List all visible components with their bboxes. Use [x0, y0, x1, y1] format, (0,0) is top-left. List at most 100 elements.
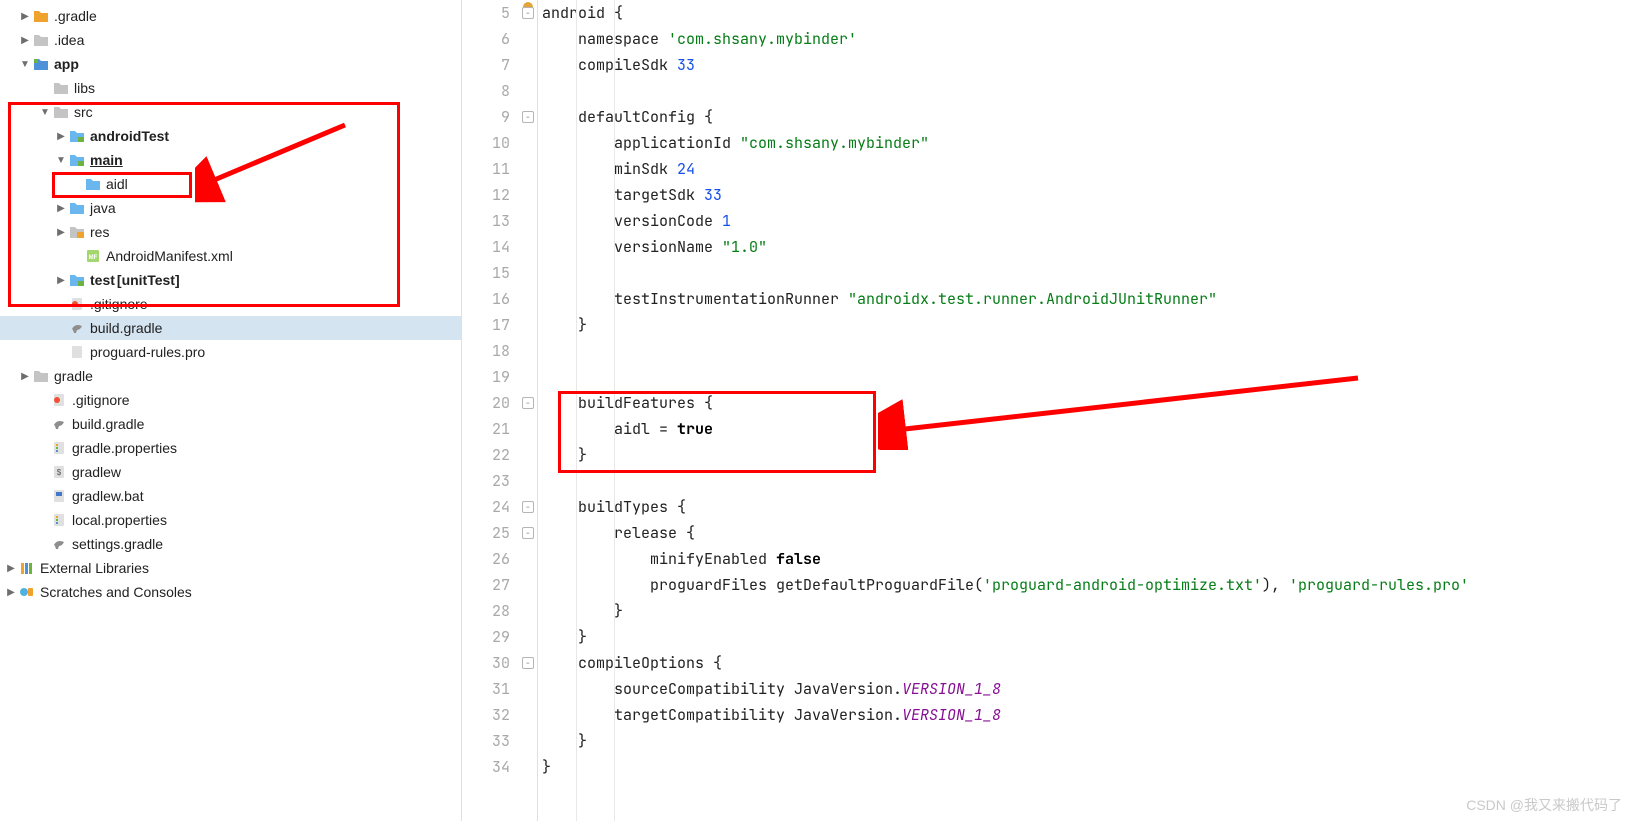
tree-item-idea[interactable]: ▶ .idea — [0, 28, 461, 52]
test-folder-icon — [68, 272, 86, 288]
folder-icon — [84, 176, 102, 192]
tree-label: res — [90, 224, 109, 240]
code-line: versionName "1.0" — [542, 234, 1630, 260]
tree-item-app[interactable]: ▼ app — [0, 52, 461, 76]
tree-item-proguard[interactable]: ▶ proguard-rules.pro — [0, 340, 461, 364]
line-number: 20 — [462, 390, 510, 416]
tree-item-gradle-props[interactable]: ▶ gradle.properties — [0, 436, 461, 460]
code-line: defaultConfig { — [542, 104, 1630, 130]
tree-item-gitignore-inner[interactable]: ▶ .gitignore — [0, 292, 461, 316]
tree-label: AndroidManifest.xml — [106, 248, 233, 264]
code-line: aidl = true — [542, 416, 1630, 442]
tree-label: External Libraries — [40, 560, 149, 576]
chevron-right-icon: ▶ — [18, 371, 32, 382]
tree-item-src[interactable]: ▼ src — [0, 100, 461, 124]
tree-item-build-gradle-inner[interactable]: ▶ build.gradle — [0, 316, 461, 340]
folder-icon — [32, 8, 50, 24]
chevron-right-icon: ▶ — [4, 563, 18, 574]
code-line — [542, 78, 1630, 104]
tree-item-main[interactable]: ▼ main — [0, 148, 461, 172]
tree-item-aidl[interactable]: ▶ aidl — [0, 172, 461, 196]
tree-label: .idea — [54, 32, 84, 48]
code-line: minSdk 24 — [542, 156, 1630, 182]
line-number: 23 — [462, 468, 510, 494]
tree-item-gradle-folder[interactable]: ▶ gradle — [0, 364, 461, 388]
code-line: buildFeatures { — [542, 390, 1630, 416]
tree-label: local.properties — [72, 512, 167, 528]
code-line: } — [542, 624, 1630, 650]
tree-item-java[interactable]: ▶ java — [0, 196, 461, 220]
line-number: 14 — [462, 234, 510, 260]
tree-item-external-libs[interactable]: ▶ External Libraries — [0, 556, 461, 580]
code-line: release { — [542, 520, 1630, 546]
line-number: 13 — [462, 208, 510, 234]
watermark: CSDN @我又来搬代码了 — [1466, 795, 1622, 815]
tree-label: build.gradle — [72, 416, 144, 432]
tree-label: settings.gradle — [72, 536, 163, 552]
line-number: 26 — [462, 546, 510, 572]
fold-toggle-icon[interactable]: − — [522, 657, 534, 669]
indent-guide — [576, 0, 577, 821]
code-line: } — [542, 598, 1630, 624]
tree-label: gradlew.bat — [72, 488, 144, 504]
tree-item-gradlew[interactable]: ▶ $ gradlew — [0, 460, 461, 484]
code-line — [542, 260, 1630, 286]
line-number: 32 — [462, 702, 510, 728]
tree-item-res[interactable]: ▶ res — [0, 220, 461, 244]
fold-toggle-icon[interactable]: − — [522, 111, 534, 123]
code-editor[interactable]: 5 6 7 8 9 10 11 12 13 14 15 16 17 18 19 … — [462, 0, 1630, 821]
fold-toggle-icon[interactable]: − — [522, 501, 534, 513]
code-line: namespace 'com.shsany.mybinder' — [542, 26, 1630, 52]
indent-guide — [614, 0, 615, 821]
code-line — [542, 468, 1630, 494]
source-folder-icon — [68, 128, 86, 144]
code-line — [542, 338, 1630, 364]
code-line: sourceCompatibility JavaVersion.VERSION_… — [542, 676, 1630, 702]
chevron-right-icon: ▶ — [18, 11, 32, 22]
tree-item-manifest[interactable]: ▶ MF AndroidManifest.xml — [0, 244, 461, 268]
fold-toggle-icon[interactable]: − — [522, 397, 534, 409]
tree-item-test[interactable]: ▶ test [unitTest] — [0, 268, 461, 292]
fold-toggle-icon[interactable]: − — [522, 527, 534, 539]
tree-label: androidTest — [90, 128, 169, 144]
chevron-right-icon: ▶ — [54, 227, 68, 238]
gradle-file-icon — [50, 416, 68, 432]
tree-label: app — [54, 56, 79, 72]
line-number: 33 — [462, 728, 510, 754]
code-area[interactable]: android { namespace 'com.shsany.mybinder… — [538, 0, 1630, 821]
tree-item-local-props[interactable]: ▶ local.properties — [0, 508, 461, 532]
fold-toggle-icon[interactable]: − — [522, 7, 534, 19]
code-line: buildTypes { — [542, 494, 1630, 520]
tree-item-androidtest[interactable]: ▶ androidTest — [0, 124, 461, 148]
tree-label: java — [90, 200, 116, 216]
tree-item-libs[interactable]: ▶ libs — [0, 76, 461, 100]
code-line: proguardFiles getDefaultProguardFile('pr… — [542, 572, 1630, 598]
tree-item-settings-gradle[interactable]: ▶ settings.gradle — [0, 532, 461, 556]
folder-icon — [68, 200, 86, 216]
properties-file-icon — [50, 512, 68, 528]
source-folder-icon — [68, 152, 86, 168]
line-number: 16 — [462, 286, 510, 312]
properties-file-icon — [50, 440, 68, 456]
project-tree[interactable]: ▶ .gradle ▶ .idea ▼ app ▶ libs ▼ src ▶ — [0, 0, 462, 821]
line-number: 9 — [462, 104, 510, 130]
code-line: targetSdk 33 — [542, 182, 1630, 208]
tree-item-gitignore[interactable]: ▶ .gitignore — [0, 388, 461, 412]
svg-text:MF: MF — [89, 255, 98, 261]
library-icon — [18, 560, 36, 576]
line-number: 25 — [462, 520, 510, 546]
gradle-file-icon — [68, 320, 86, 336]
tree-label: src — [74, 104, 93, 120]
tree-item-gradlew-bat[interactable]: ▶ gradlew.bat — [0, 484, 461, 508]
code-line: applicationId "com.shsany.mybinder" — [542, 130, 1630, 156]
line-number: 21 — [462, 416, 510, 442]
tree-label: .gitignore — [90, 296, 148, 312]
tree-item-build-gradle[interactable]: ▶ build.gradle — [0, 412, 461, 436]
tree-item-gradle-dot[interactable]: ▶ .gradle — [0, 4, 461, 28]
line-number: 22 — [462, 442, 510, 468]
chevron-right-icon: ▶ — [4, 587, 18, 598]
gradle-file-icon — [50, 536, 68, 552]
gitignore-file-icon — [68, 296, 86, 312]
tree-item-scratches[interactable]: ▶ Scratches and Consoles — [0, 580, 461, 604]
line-number: 17 — [462, 312, 510, 338]
